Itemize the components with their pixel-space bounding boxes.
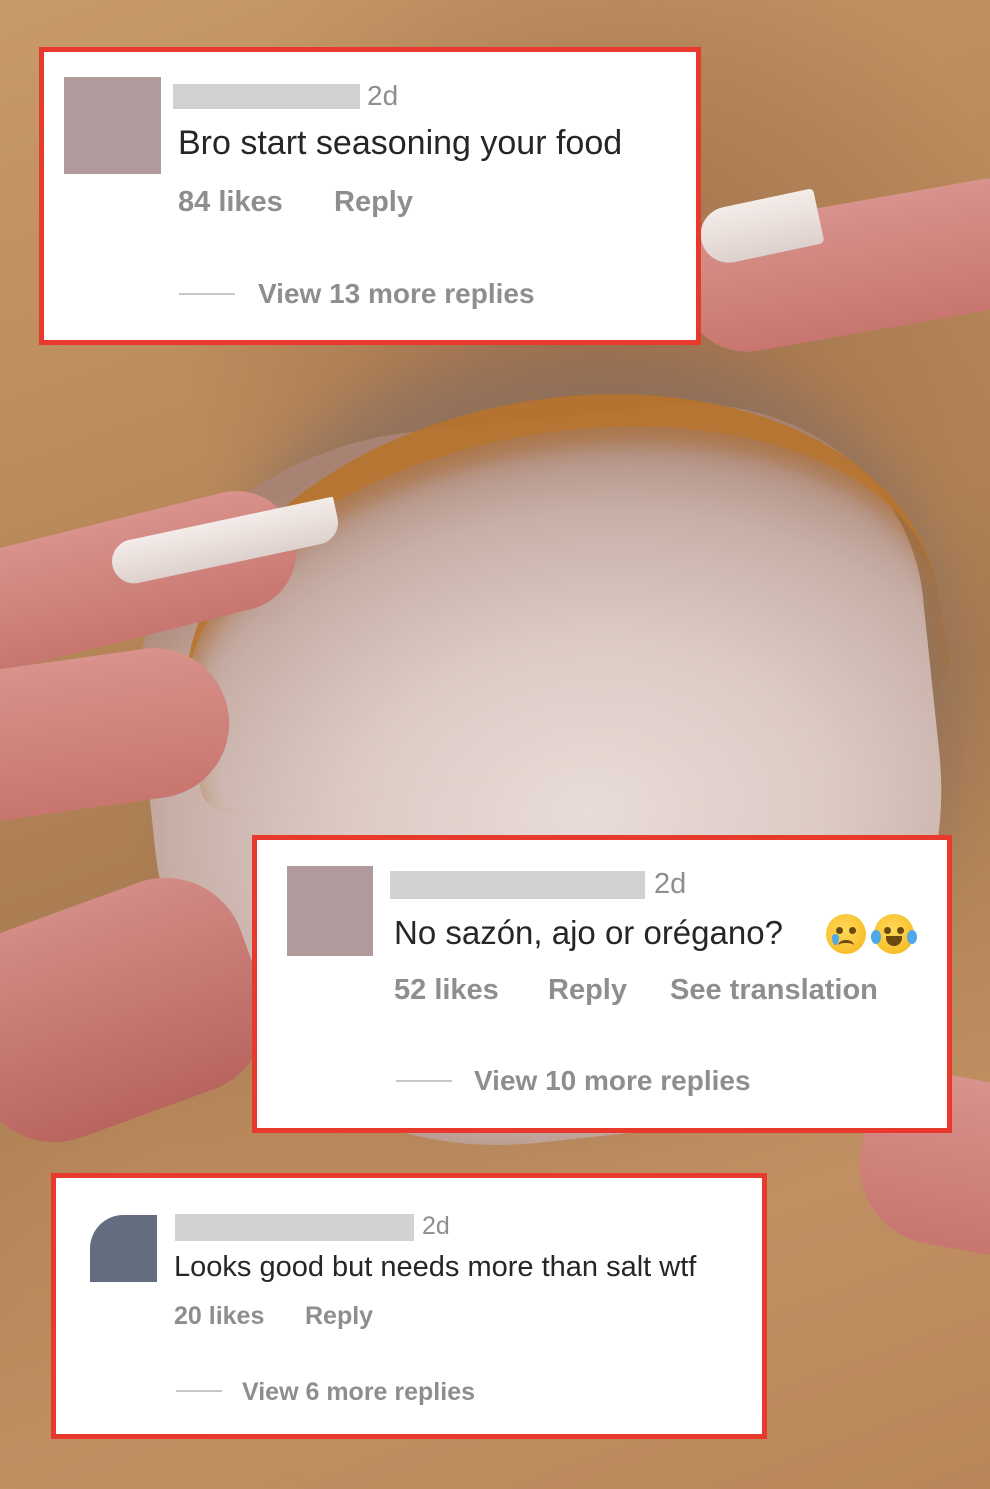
- tears-of-joy-icon: [871, 914, 917, 954]
- avatar[interactable]: [287, 866, 373, 956]
- reply-button[interactable]: Reply: [334, 186, 413, 219]
- crying-face-icon: [826, 914, 866, 954]
- comment-text: Bro start seasoning your food: [178, 124, 623, 162]
- username-redacted[interactable]: [173, 84, 360, 109]
- view-replies-button[interactable]: View 10 more replies: [474, 1065, 751, 1097]
- username-redacted[interactable]: [175, 1214, 414, 1241]
- comment-text: No sazón, ajo or orégano?: [394, 914, 783, 951]
- see-translation-button[interactable]: See translation: [670, 974, 878, 1007]
- likes-count[interactable]: 20 likes: [174, 1302, 264, 1331]
- comment-card: 2d Bro start seasoning your food 84 like…: [39, 47, 701, 345]
- comment-time: 2d: [367, 80, 399, 111]
- replies-divider: [179, 293, 235, 295]
- replies-divider: [176, 1390, 222, 1392]
- reply-button[interactable]: Reply: [548, 974, 627, 1007]
- view-replies-button[interactable]: View 6 more replies: [242, 1378, 475, 1407]
- reply-button[interactable]: Reply: [305, 1302, 373, 1331]
- comment-time: 2d: [654, 868, 687, 900]
- comment-time: 2d: [422, 1212, 450, 1240]
- finger: [671, 167, 990, 363]
- comment-text: Looks good but needs more than salt wtf: [174, 1251, 697, 1283]
- comment-card: 2d No sazón, ajo or orégano? 52 likes Re…: [252, 835, 952, 1133]
- replies-divider: [396, 1080, 452, 1082]
- comment-card: 2d Looks good but needs more than salt w…: [51, 1173, 767, 1439]
- view-replies-button[interactable]: View 13 more replies: [258, 278, 535, 310]
- likes-count[interactable]: 52 likes: [394, 974, 499, 1007]
- avatar[interactable]: [64, 77, 161, 174]
- likes-count[interactable]: 84 likes: [178, 186, 283, 219]
- avatar[interactable]: [90, 1215, 157, 1282]
- username-redacted[interactable]: [390, 871, 645, 899]
